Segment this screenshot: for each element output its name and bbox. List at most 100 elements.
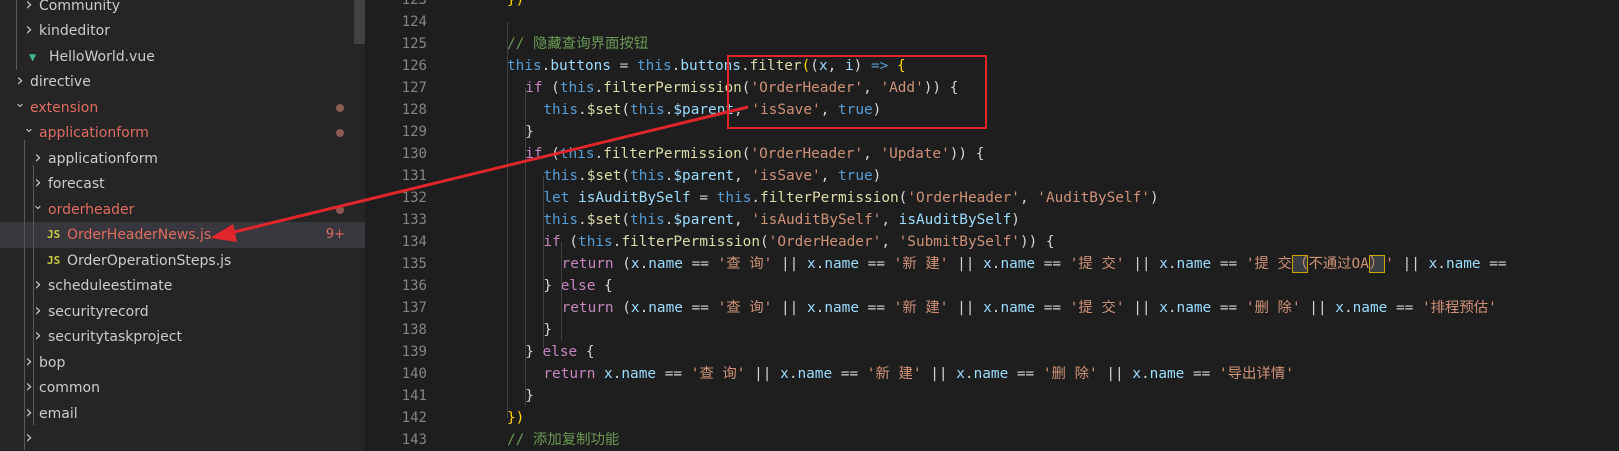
code-token: filterPermission [603,146,742,162]
line-number: 138 [401,322,427,338]
explorer-row[interactable]: JS OrderHeaderNews.js 9+ [0,222,365,248]
code-token: ( [621,212,631,228]
code-token: this [630,212,665,228]
explorer-row[interactable]: › [0,426,365,450]
explorer-row-label: orderheader [48,201,135,218]
code-token: let [543,190,570,206]
code-token: || [745,366,781,382]
explorer-row-label: kindeditor [39,23,110,39]
explorer-row[interactable]: › common [0,375,365,401]
code-token: . [594,146,604,162]
code-line[interactable]: // 隐藏查询界面按钮 [507,33,648,55]
code-line[interactable]: // 添加复制功能 [507,429,619,451]
code-token: '删 除' [1245,300,1301,316]
line-number: 126 [401,58,427,74]
code-line[interactable]: } else { [525,341,594,363]
code-token: $parent [673,102,735,118]
code-line[interactable]: if (this.filterPermission('OrderHeader',… [525,143,984,165]
annotation-highlight-box [727,55,987,129]
code-token: name [1176,256,1212,272]
code-token: '排程预估' [1421,300,1497,316]
code-token: this [630,102,665,118]
problem-count-badge: 9+ [325,227,345,242]
code-indent-guide [525,88,526,406]
sidebar-scrollbar[interactable] [354,0,365,44]
code-line[interactable]: } else { [543,275,612,297]
code-token: == [1211,300,1246,316]
explorer-row[interactable]: JS OrderOperationSteps.js [0,248,365,274]
explorer-row[interactable]: ▼ HelloWorld.vue [0,44,365,70]
code-token: name [973,366,1009,382]
explorer-row[interactable]: › email [0,401,365,427]
explorer-row[interactable]: › bop [0,350,365,376]
code-line[interactable]: this.$set(this.$parent, 'isSave', true) [543,165,881,187]
code-line[interactable]: return x.name == '查 询' || x.name == '新 建… [543,363,1293,385]
code-token: if [525,146,543,162]
code-token: '新 建' [893,256,949,272]
code-token: x [1159,256,1168,272]
chevron-right-icon[interactable]: › [23,0,35,17]
code-token: ' [1385,256,1394,272]
explorer-row[interactable]: › securityrecord [0,299,365,325]
code-token: , [881,234,899,250]
tree-indent-guide [24,140,25,450]
code-token: this [716,190,752,206]
explorer-row-label: securityrecord [48,303,149,320]
explorer-row-label: applicationform [39,125,149,141]
explorer-row[interactable]: ⌄ applicationform [0,120,365,146]
modified-dot-icon [336,103,344,112]
code-token: ) [1011,212,1020,228]
line-number: 142 [401,410,427,426]
code-token: x [780,366,789,382]
code-token: } [543,278,561,294]
code-line[interactable]: this.$set(this.$parent, 'isAuditBySelf',… [543,209,1020,231]
code-line[interactable]: return (x.name == '查 询' || x.name == '新 … [562,297,1497,319]
code-editor[interactable]: 123}) 124 125// 隐藏查询界面按钮 126 this.buttons = … [365,0,1619,450]
chevron-down-icon[interactable]: ⌄ [14,95,26,113]
code-indent-guide [561,242,562,340]
code-token: x [1335,300,1344,316]
code-line[interactable]: } [525,121,534,143]
code-token: . [578,102,587,118]
explorer-row[interactable]: › Community [0,0,365,19]
chevron-right-icon[interactable]: › [23,18,35,42]
code-token: '提 交' [1069,256,1125,272]
code-line[interactable]: return (x.name == '查 询' || x.name == '新 … [562,253,1507,275]
explorer-row[interactable]: › securitytaskproject [0,324,365,350]
code-token: ( [613,300,631,316]
code-line[interactable]: }) [507,0,524,11]
explorer-row[interactable]: › kindeditor [0,18,365,44]
code-token: x [1428,256,1438,272]
code-token: == [682,300,718,316]
code-token: . [639,300,649,316]
line-number: 127 [401,80,427,96]
explorer-row[interactable]: › scheduleestimate [0,273,365,299]
explorer-row-label: directive [30,74,91,90]
explorer-row[interactable]: › directive [0,69,365,95]
code-line[interactable]: if (this.filterPermission('OrderHeader',… [543,231,1054,253]
explorer-row[interactable]: ⌄ extension [0,95,365,121]
code-token: 'OrderHeader' [750,146,864,162]
code-line[interactable]: }) [507,407,524,429]
code-token: )) [1019,234,1038,250]
code-token: , [820,168,838,184]
explorer-row-label: email [39,405,78,422]
code-indent-guide [543,176,544,348]
code-token: return [543,366,596,382]
code-token: '导出详情' [1218,366,1294,382]
explorer-row[interactable]: › applicationform [0,146,365,172]
explorer-row[interactable]: › forecast [0,171,365,197]
code-token: $set [586,102,622,118]
code-token: x [604,366,613,382]
code-line[interactable]: } [543,319,552,341]
code-line[interactable]: let isAuditBySelf = this.filterPermissio… [543,187,1158,209]
code-token: || [772,300,807,316]
code-token: $parent [673,212,735,228]
explorer-row[interactable]: ⌄ orderheader [0,197,365,223]
code-token: } [543,322,553,338]
code-token: name [1352,300,1388,316]
code-line[interactable]: } [525,385,534,407]
chevron-right-icon[interactable]: › [14,69,26,93]
chevron-down-icon[interactable]: ⌄ [23,120,35,138]
code-token: ) [1149,190,1159,206]
